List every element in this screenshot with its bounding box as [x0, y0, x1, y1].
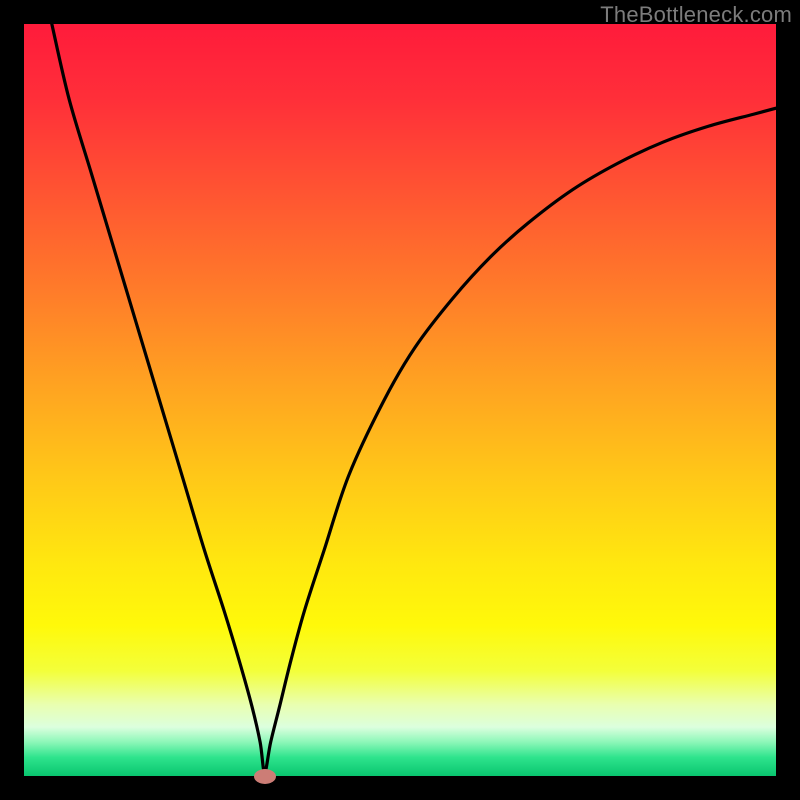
- bottleneck-plot: [24, 24, 776, 776]
- bottleneck-minimum-marker: [254, 769, 276, 784]
- watermark-text: TheBottleneck.com: [600, 2, 792, 28]
- gradient-background: [24, 24, 776, 776]
- plot-svg: [24, 24, 776, 776]
